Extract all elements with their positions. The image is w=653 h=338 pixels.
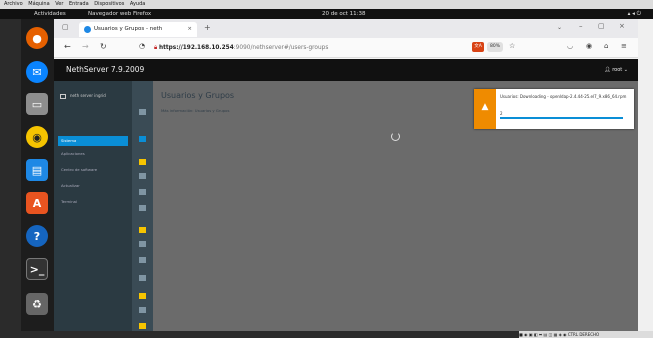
gnome-topbar: Actividades Navegador web Firefox 20 de … <box>0 9 653 19</box>
key-icon[interactable] <box>139 275 146 281</box>
url-host: https://192.168.10.254 <box>158 45 234 51</box>
nav-sistema[interactable]: Sistema <box>58 136 128 146</box>
pocket-icon[interactable]: ◡ <box>567 42 573 50</box>
minimize-icon[interactable]: – <box>579 22 583 30</box>
bookmark-star-icon[interactable]: ☆ <box>509 42 515 50</box>
app-menu[interactable]: Navegador web Firefox <box>88 9 151 19</box>
favicon-icon <box>84 26 91 33</box>
tab-users-groups[interactable]: Usuarios y Grupos - neth × <box>79 22 197 37</box>
translate-icon[interactable]: 文A <box>472 42 484 52</box>
close-window-icon[interactable]: × <box>619 22 625 30</box>
navigation-bar: ← → ↻ ◔ 🔒︎ https://192.168.10.254:9090/n… <box>54 38 638 58</box>
warning-icon: ▲ <box>474 89 496 129</box>
help-icon[interactable]: ? <box>26 225 48 247</box>
vm-tray-icons[interactable]: ■ ◉ ▣ ◧ ⬌ ▤ ◫ ▦ ◈ ◉ <box>519 332 568 337</box>
insecure-lock-icon[interactable]: 🔒︎ <box>154 45 157 51</box>
vm-menu-entrada[interactable]: Entrada <box>69 1 89 7</box>
system-menu-icon[interactable]: ▴ ◂ ⏻ <box>628 9 641 19</box>
terminal-small-icon[interactable] <box>139 241 146 247</box>
host-icon <box>60 93 66 99</box>
libreoffice-writer-icon[interactable]: ▤ <box>26 159 48 181</box>
folder-icon-2[interactable] <box>139 227 146 233</box>
zoom-level[interactable]: 80% <box>487 42 503 52</box>
network-icon[interactable] <box>139 189 146 195</box>
section-icon-column <box>132 81 153 331</box>
notification-percent: 2 <box>500 111 503 116</box>
trash-icon[interactable]: ♻ <box>26 293 48 315</box>
terminal-icon[interactable]: >_ <box>26 258 48 280</box>
activities-button[interactable]: Actividades <box>34 9 66 19</box>
rhythmbox-icon[interactable]: ◉ <box>26 126 48 148</box>
notification-text: Usuarios: Downloading - openldap-2.4.44-… <box>500 94 627 99</box>
page-title: Usuarios y Grupos <box>161 91 235 100</box>
vm-frame-right <box>638 19 653 331</box>
back-icon[interactable]: ← <box>64 42 71 51</box>
firefox-icon[interactable]: ● <box>26 27 48 49</box>
nethserver-header: NethServer 7.9.2009 👤︎ root ⌄ <box>54 59 638 81</box>
shield-icon[interactable]: ◔ <box>139 42 145 50</box>
dock: ● ✉ ▭ ◉ ▤ A ? >_ ♻ <box>21 19 54 331</box>
app-center-icon[interactable]: A <box>26 192 48 214</box>
nav-terminal[interactable]: Terminal <box>58 197 128 207</box>
dashboard-icon[interactable] <box>139 109 146 115</box>
reload-icon[interactable]: ↻ <box>100 42 107 51</box>
extensions-icon[interactable]: ⌂ <box>604 42 608 50</box>
vm-menu-ver[interactable]: Ver <box>55 1 63 7</box>
vm-menu-archivo[interactable]: Archivo <box>4 1 23 7</box>
download-notification[interactable]: ▲ Usuarios: Downloading - openldap-2.4.4… <box>474 89 634 129</box>
thunderbird-icon[interactable]: ✉ <box>26 61 48 83</box>
tab-list-icon[interactable]: ▢ <box>62 23 69 31</box>
maximize-icon[interactable]: ▢ <box>598 22 605 30</box>
vm-menubar: Archivo Máquina Ver Entrada Dispositivos… <box>0 0 653 9</box>
tab-overflow-icon[interactable]: ⌄ <box>557 24 562 31</box>
vm-menu-ayuda[interactable]: Ayuda <box>130 1 145 7</box>
user-name: root <box>612 67 623 73</box>
nethserver-title: NethServer 7.9.2009 <box>66 65 145 74</box>
clock[interactable]: 20 de oct 11:38 <box>322 9 366 19</box>
page-subtitle[interactable]: Más información: Usuarios y Grupos <box>161 108 229 113</box>
users-icon[interactable] <box>139 136 146 142</box>
vm-menu-maquina[interactable]: Máquina <box>28 1 49 7</box>
nav-aplicaciones[interactable]: Aplicaciones <box>58 149 128 159</box>
vm-menu-dispositivos[interactable]: Dispositivos <box>94 1 124 7</box>
vm-frame-left <box>0 19 21 331</box>
close-tab-icon[interactable]: × <box>187 22 192 37</box>
forward-icon[interactable]: → <box>82 42 89 51</box>
host-switcher[interactable]: neth server ingrid <box>60 91 126 101</box>
files-icon[interactable]: ▭ <box>26 93 48 115</box>
notification-progress <box>500 117 623 119</box>
account-icon[interactable]: ◉ <box>586 42 592 50</box>
log-icon[interactable] <box>139 307 146 313</box>
storage-icon[interactable] <box>139 173 146 179</box>
tab-title: Usuarios y Grupos - neth <box>94 26 163 32</box>
cockpit-sidebar: neth server ingrid Sistema Aplicaciones … <box>54 81 132 331</box>
nav-actualizar[interactable]: Actualizar <box>58 181 128 191</box>
folder-icon-4[interactable] <box>139 323 146 329</box>
menu-icon[interactable]: ≡ <box>621 42 627 50</box>
folder-icon-3[interactable] <box>139 293 146 299</box>
vm-statusbar: ■ ◉ ▣ ◧ ⬌ ▤ ◫ ▦ ◈ ◉ CTRL DERECHO <box>0 331 653 338</box>
settings-icon[interactable] <box>139 257 146 263</box>
host-key-label: CTRL DERECHO <box>567 332 600 337</box>
tab-strip: ▢ Usuarios y Grupos - neth × + ⌄ – ▢ × <box>54 19 638 38</box>
folder-icon[interactable] <box>139 159 146 165</box>
nav-centro-software[interactable]: Centro de software <box>58 165 128 175</box>
main-content: Usuarios y Grupos Más información: Usuar… <box>153 81 638 331</box>
url-bar[interactable]: 🔒︎ https://192.168.10.254:9090/nethserve… <box>154 41 484 55</box>
new-tab-icon[interactable]: + <box>204 23 211 32</box>
vm-tray: ■ ◉ ▣ ◧ ⬌ ▤ ◫ ▦ ◈ ◉ CTRL DERECHO <box>519 331 653 338</box>
firefox-window: ▢ Usuarios y Grupos - neth × + ⌄ – ▢ × ←… <box>54 19 638 331</box>
share-icon[interactable] <box>139 205 146 211</box>
host-label: neth server ingrid <box>70 93 106 98</box>
notification-progress-fill <box>500 117 623 119</box>
user-menu[interactable]: 👤︎ root ⌄ <box>604 59 628 81</box>
loading-spinner-icon <box>391 132 400 141</box>
url-path: :9090/nethserver#/users-groups <box>233 45 329 51</box>
